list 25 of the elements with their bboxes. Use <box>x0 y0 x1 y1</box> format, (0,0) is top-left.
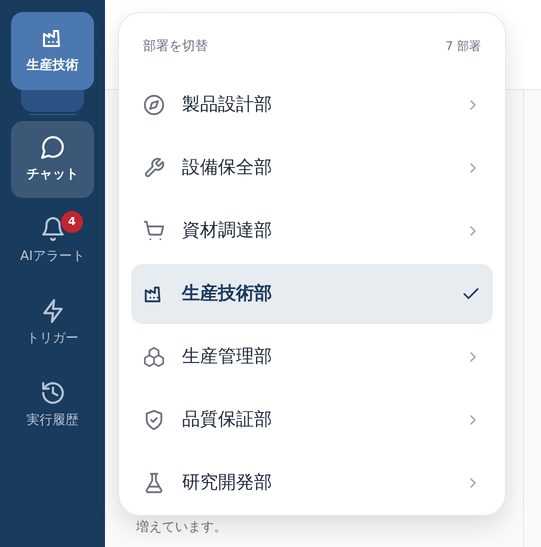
notification-badge: 4 <box>61 211 83 233</box>
flask-icon <box>143 472 165 494</box>
department-item[interactable]: 生産管理部 <box>131 326 493 386</box>
history-clock-icon <box>40 380 66 406</box>
department-item[interactable]: 品質保証部 <box>131 390 493 450</box>
cart-icon <box>143 220 165 242</box>
boxes-icon <box>143 346 165 368</box>
department-button[interactable]: 生産技術 <box>11 12 94 90</box>
chat-bubble-icon <box>40 134 66 160</box>
message-text: 増えています。 <box>136 518 227 537</box>
nav-item[interactable]: チャット <box>11 121 94 198</box>
nav-item[interactable]: AIアラート 4 <box>11 203 94 280</box>
wrench-icon <box>143 156 165 178</box>
compass-icon <box>143 94 165 116</box>
nav-item[interactable]: トリガー <box>11 285 94 362</box>
menu-title: 部署を切替 <box>143 38 208 56</box>
department-item[interactable]: 製品設計部 <box>131 74 493 134</box>
department-count: 7 部署 <box>446 38 481 55</box>
department-item[interactable]: 設備保全部 <box>131 138 493 198</box>
department-item[interactable]: 研究開発部 <box>131 452 493 512</box>
nav-item[interactable]: 実行履歴 <box>11 367 94 444</box>
shield-check-icon <box>143 408 165 430</box>
department-item[interactable]: 生産技術部 <box>131 264 493 324</box>
bell-icon <box>40 216 66 242</box>
department-item[interactable]: 資材調達部 <box>131 200 493 260</box>
